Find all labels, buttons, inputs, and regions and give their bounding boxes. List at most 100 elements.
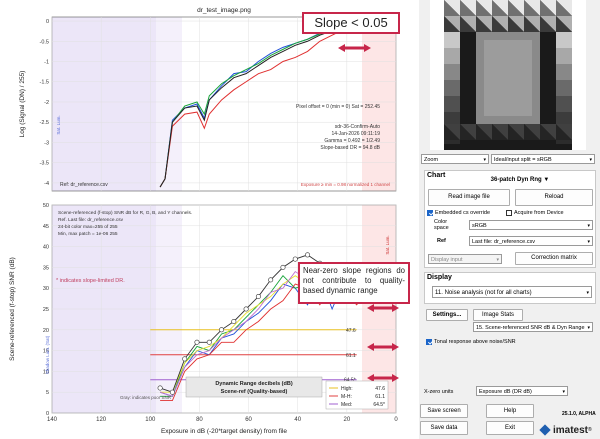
bottom-ytick-label: 50 <box>43 203 49 209</box>
top-ytick-label: -1 <box>44 60 49 66</box>
gray-note: Gray: indicates poor SNR <box>120 395 172 400</box>
bottom-data-point <box>244 307 248 311</box>
display-header: Display <box>427 274 452 281</box>
tonal-label: Tonal response above noise/SNR <box>434 339 516 345</box>
top-ytick-label: -3 <box>44 140 49 146</box>
chevron-down-icon: ▾ <box>496 255 499 264</box>
top-dark-region <box>52 17 156 191</box>
top-ytick-label: -2 <box>44 100 49 106</box>
tonal-checkbox[interactable] <box>426 339 432 345</box>
bottom-data-point <box>281 265 285 269</box>
svg-text:Ref. Last file: dr_reference.c: Ref. Last file: dr_reference.csv <box>58 217 124 223</box>
svg-text:61.1: 61.1 <box>375 394 385 400</box>
xzero-select[interactable]: Exposure dB (DR dB)▾ <box>476 386 568 396</box>
bottom-data-point <box>268 278 272 282</box>
chevron-down-icon: ▾ <box>587 237 590 246</box>
top-title: dr_test_image.png <box>197 7 251 14</box>
svg-text:24-bit color max=255 of 255: 24-bit color max=255 of 255 <box>58 224 118 230</box>
reload-button[interactable]: Reload <box>515 189 593 206</box>
bottom-ytick-label: 20 <box>43 328 49 334</box>
slope-callout: Slope < 0.05 <box>302 12 400 34</box>
bottom-ytick-label: 25 <box>43 307 49 313</box>
svg-text:Med:: Med: <box>341 402 352 408</box>
color-space-label: Color space <box>434 219 458 231</box>
bottom-xlabel: Exposure in dB (-20*target density) from… <box>161 428 287 435</box>
plots-svg: 0-0.5-1-1.5-2-2.5-3-3.5-4 50454035302520… <box>0 0 419 439</box>
svg-text:High:: High: <box>341 386 353 392</box>
top-ytick-label: -3.5 <box>40 161 49 167</box>
chevron-down-icon: ▾ <box>483 155 486 164</box>
display-select[interactable]: 11. Noise analysis (not for all charts)▾ <box>432 286 592 298</box>
bottom-data-point <box>182 357 186 361</box>
top-ytick-label: -0.5 <box>40 39 49 45</box>
xtick-label: 80 <box>196 417 203 423</box>
exit-button[interactable]: Exit <box>486 421 534 435</box>
bottom-ytick-label: 5 <box>46 390 49 396</box>
dr-title: Dynamic Range decibels (dB) <box>215 381 292 387</box>
embedded-cs-checkbox[interactable] <box>427 210 433 216</box>
display-input-select[interactable]: Display input▾ <box>428 254 502 264</box>
top-ytick-label: -2.5 <box>40 120 49 126</box>
top-arrow-icon <box>338 44 371 52</box>
bottom-data-point <box>256 294 260 298</box>
bottom-side-label-1: Shadow Lum. (Sat) <box>45 335 50 374</box>
image-stats-button[interactable]: Image Stats <box>473 309 523 321</box>
imatest-logo-icon <box>539 424 550 435</box>
svg-text:Min, max patch = 1e-06 255: Min, max patch = 1e-06 255 <box>58 231 118 237</box>
svg-text:Pixel offset = 0 (min = 0) S: Pixel offset = 0 (min = 0) Sat = 252.45 <box>296 104 380 110</box>
svg-text:47.6: 47.6 <box>375 386 385 392</box>
imatest-logo: imatest® <box>541 423 592 437</box>
bottom-data-point <box>219 328 223 332</box>
bottom-ytick-label: 35 <box>43 265 49 271</box>
xtick-label: 60 <box>245 417 252 423</box>
plot-select[interactable]: 15. Scene-referenced SNR dB & Dyn Range▾ <box>473 322 593 332</box>
display-mode-select[interactable]: Ideal/input split = sRGB▾ <box>491 154 595 164</box>
near-zero-callout: Near-zero slope regions do not contribut… <box>298 262 410 304</box>
dr-subtitle: Scene-ref (Quality-based) <box>221 389 288 395</box>
ref-select[interactable]: Last file: dr_reference.csv▾ <box>469 236 593 246</box>
exposure-note: Exposure ≥ min = 0.98 normalized 1 chann… <box>301 182 390 187</box>
correction-matrix-button[interactable]: Correction matrix <box>515 252 593 265</box>
bottom-ytick-label: 30 <box>43 286 49 292</box>
help-button[interactable]: Help <box>486 404 534 418</box>
threshold-label: 47.6 <box>346 328 356 334</box>
color-space-select[interactable]: sRGB▾ <box>469 220 593 230</box>
xtick-label: 140 <box>47 417 58 423</box>
threshold-label: 61.1 <box>346 353 356 359</box>
top-shadow-region <box>156 17 182 191</box>
settings-button[interactable]: Settings... <box>426 309 468 321</box>
bottom-data-point <box>293 257 297 261</box>
xtick-label: 100 <box>145 417 156 423</box>
svg-text:Scene-referenced (f-stop) SNR: Scene-referenced (f-stop) SNR dB for R, … <box>58 210 192 216</box>
xtick-label: 120 <box>96 417 107 423</box>
bottom-ylabel: Scene-referenced (f-stop) SNR (dB) <box>9 257 16 361</box>
svg-text:14-Jan-2026 09:11:19: 14-Jan-2026 09:11:19 <box>331 131 380 137</box>
acquire-label: Acquire from Device <box>514 210 564 216</box>
bottom-ytick-label: 40 <box>43 245 49 251</box>
right-side-label: Sat. Lum. <box>385 235 390 254</box>
bottom-data-point <box>207 340 211 344</box>
version-label: 25.1.0, ALPHA <box>562 411 596 417</box>
chevron-down-icon: ▾ <box>589 155 592 164</box>
xtick-label: 0 <box>394 417 398 423</box>
bottom-data-point <box>232 319 236 323</box>
chart-header: Chart <box>427 172 445 179</box>
acquire-checkbox[interactable] <box>506 210 512 216</box>
bottom-data-point <box>305 253 309 257</box>
ref-text: Ref: dr_reference.csv <box>60 182 108 188</box>
save-screen-button[interactable]: Save screen <box>420 404 468 418</box>
chevron-down-icon: ▾ <box>587 221 590 230</box>
thumbnail-image <box>430 0 586 150</box>
zoom-select[interactable]: Zoom▾ <box>421 154 489 164</box>
chevron-down-icon: ▾ <box>586 287 589 298</box>
top-ytick-label: 0 <box>46 19 49 25</box>
top-ytick-label: -4 <box>44 181 49 187</box>
svg-text:sdr-36-Confirm-Auto: sdr-36-Confirm-Auto <box>335 124 381 130</box>
top-ytick-label: -1.5 <box>40 80 49 86</box>
read-image-button[interactable]: Read image file <box>428 189 510 206</box>
chart-select[interactable]: 36-patch Dyn Rng ▼ <box>468 174 572 186</box>
top-side-label: Sat. Lum. <box>56 115 61 134</box>
save-data-button[interactable]: Save data <box>420 421 468 435</box>
svg-text:Slope-based DR = 94.8 dB: Slope-based DR = 94.8 dB <box>320 145 380 151</box>
svg-text:64.5*: 64.5* <box>373 402 385 408</box>
